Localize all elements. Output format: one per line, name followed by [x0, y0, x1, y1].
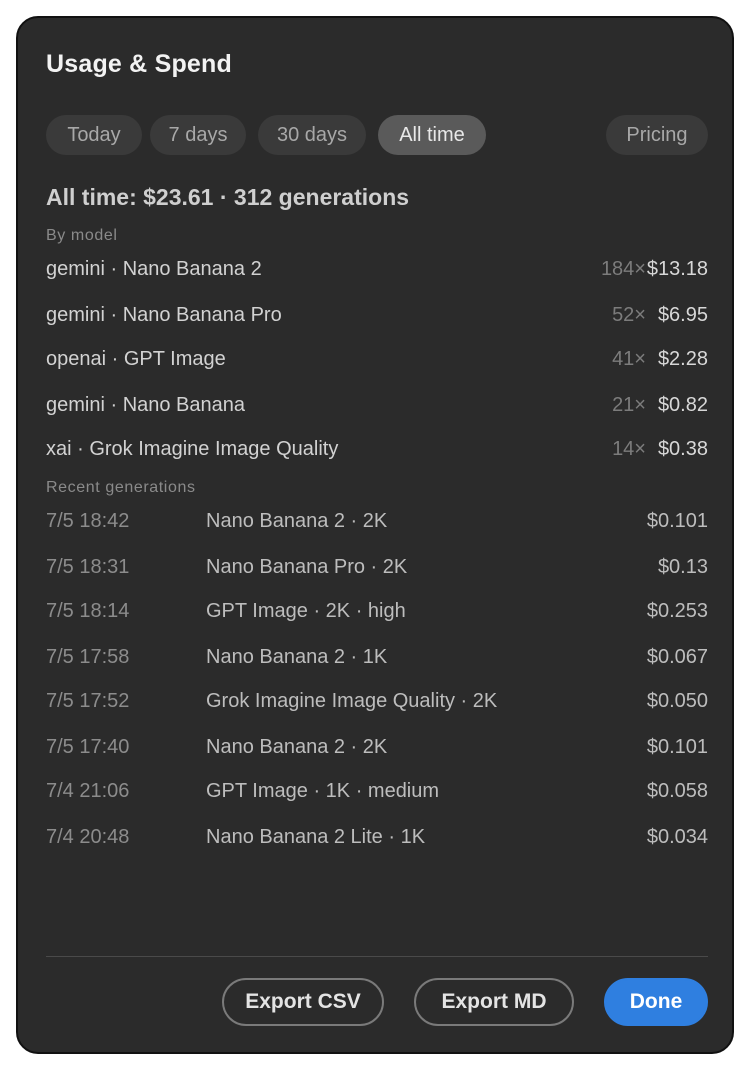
model-name: openai · GPT Image	[46, 348, 226, 370]
generation-row: 7/4 21:06 GPT Image · 1K · medium $0.058	[46, 776, 708, 806]
generation-cost: $0.050	[646, 690, 708, 712]
model-cost: $6.95	[657, 304, 708, 326]
generation-time: 7/5 17:52	[46, 690, 130, 712]
tab-30-days[interactable]: 30 days	[258, 115, 366, 155]
generation-cost: $0.058	[646, 780, 708, 802]
generation-cost: $0.13	[657, 556, 708, 578]
model-row: gemini · Nano Banana 2 184× $13.18	[46, 254, 708, 284]
dialog-title: Usage & Spend	[46, 50, 232, 78]
generation-cost: $0.067	[646, 646, 708, 668]
usage-summary: All time: $23.61 · 312 generations	[46, 184, 410, 210]
generation-row: 7/5 17:58 Nano Banana 2 · 1K $0.067	[46, 642, 708, 672]
generation-time: 7/4 20:48	[46, 826, 130, 848]
generation-cost: $0.101	[646, 510, 708, 532]
generation-description: Nano Banana 2 · 1K	[206, 646, 388, 668]
by-model-label: By model	[46, 227, 118, 244]
generation-row: 7/5 18:14 GPT Image · 2K · high $0.253	[46, 596, 708, 626]
tab-today[interactable]: Today	[46, 115, 142, 155]
recent-generations-label: Recent generations	[46, 479, 196, 496]
generation-time: 7/4 21:06	[46, 780, 130, 802]
generation-cost: $0.101	[646, 736, 708, 758]
generation-time: 7/5 17:58	[46, 646, 130, 668]
model-name: gemini · Nano Banana Pro	[46, 304, 282, 326]
model-row: gemini · Nano Banana 21× $0.82	[46, 390, 708, 420]
model-count: 41×	[612, 348, 646, 370]
generation-row: 7/5 18:31 Nano Banana Pro · 2K $0.13	[46, 552, 708, 582]
generation-time: 7/5 18:14	[46, 600, 130, 622]
model-count: 14×	[612, 438, 646, 460]
done-button[interactable]: Done	[604, 978, 708, 1026]
model-cost: $0.82	[657, 394, 708, 416]
usage-spend-dialog: Usage & Spend Today 7 days 30 days All t…	[16, 16, 734, 1054]
tab-7-days[interactable]: 7 days	[150, 115, 246, 155]
generation-cost: $0.253	[646, 600, 708, 622]
model-cost: $2.28	[657, 348, 708, 370]
generation-row: 7/4 20:48 Nano Banana 2 Lite · 1K $0.034	[46, 822, 708, 852]
generation-description: Nano Banana 2 Lite · 1K	[206, 826, 426, 848]
model-cost: $0.38	[657, 438, 708, 460]
generation-cost: $0.034	[646, 826, 708, 848]
generation-description: GPT Image · 2K · high	[206, 600, 406, 622]
generation-description: Nano Banana 2 · 2K	[206, 736, 388, 758]
model-count: 184×	[600, 258, 646, 280]
generation-row: 7/5 18:42 Nano Banana 2 · 2K $0.101	[46, 506, 708, 536]
footer-divider	[46, 956, 708, 957]
generation-description: GPT Image · 1K · medium	[206, 780, 440, 802]
export-md-button[interactable]: Export MD	[414, 978, 574, 1026]
model-row: xai · Grok Imagine Image Quality 14× $0.…	[46, 434, 708, 464]
model-name: xai · Grok Imagine Image Quality	[46, 438, 339, 460]
model-cost: $13.18	[646, 258, 708, 280]
model-count: 21×	[612, 394, 646, 416]
model-row: openai · GPT Image 41× $2.28	[46, 344, 708, 374]
generation-time: 7/5 18:42	[46, 510, 130, 532]
tab-all-time[interactable]: All time	[378, 115, 486, 155]
generation-row: 7/5 17:52 Grok Imagine Image Quality · 2…	[46, 686, 708, 716]
generation-time: 7/5 18:31	[46, 556, 130, 578]
time-range-tabs: Today 7 days 30 days All time Pricing	[46, 115, 708, 155]
model-count: 52×	[612, 304, 646, 326]
export-csv-button[interactable]: Export CSV	[222, 978, 384, 1026]
generation-description: Nano Banana Pro · 2K	[206, 556, 408, 578]
model-row: gemini · Nano Banana Pro 52× $6.95	[46, 300, 708, 330]
generation-time: 7/5 17:40	[46, 736, 130, 758]
generation-description: Nano Banana 2 · 2K	[206, 510, 388, 532]
model-name: gemini · Nano Banana	[46, 394, 246, 416]
generation-row: 7/5 17:40 Nano Banana 2 · 2K $0.101	[46, 732, 708, 762]
pricing-button[interactable]: Pricing	[606, 115, 708, 155]
model-name: gemini · Nano Banana 2	[46, 258, 262, 280]
generation-description: Grok Imagine Image Quality · 2K	[206, 690, 498, 712]
